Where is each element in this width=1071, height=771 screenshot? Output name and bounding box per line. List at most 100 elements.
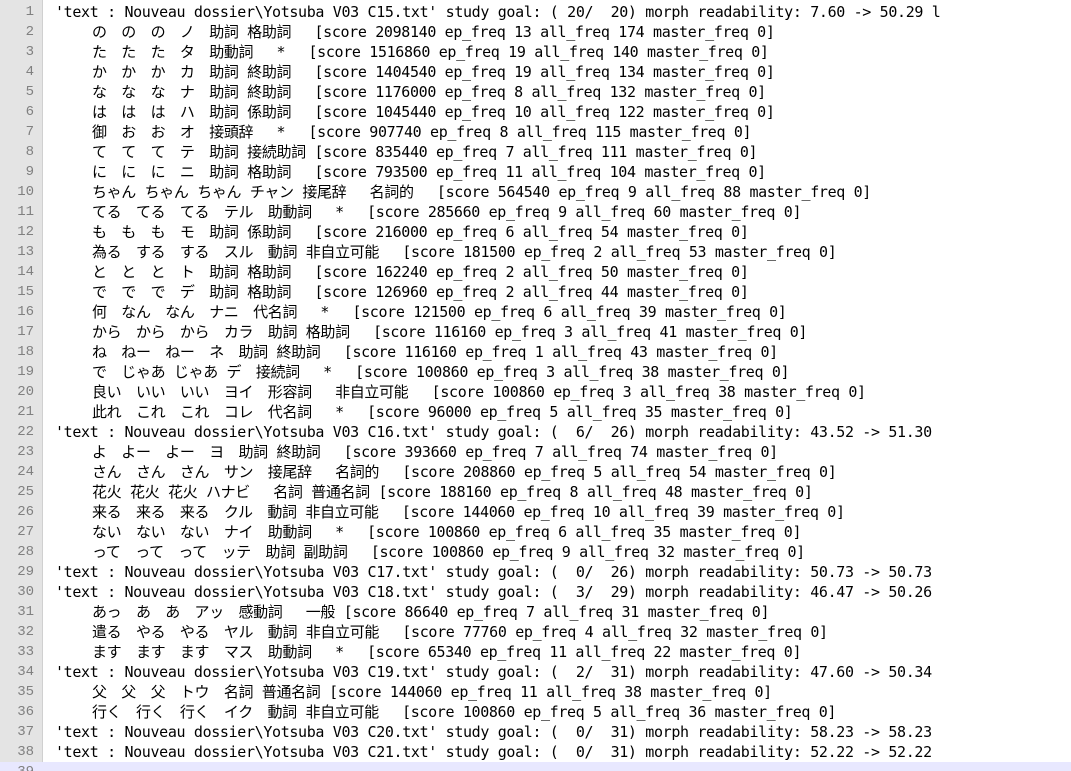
line-number: 16 bbox=[17, 304, 34, 320]
editor-line[interactable]: 36 行く 行く 行く イク 動詞 非自立可能 [score 100860 ep_… bbox=[0, 702, 1071, 722]
editor-line[interactable]: 19 で じゃあ じゃあ デ 接続詞 * [score 100860 ep_fre… bbox=[0, 362, 1071, 382]
morpheme-entry-text: な な な ナ 助詞 終助詞 [score 1176000 ep_freq 8 … bbox=[92, 83, 766, 101]
editor-line[interactable]: 8 て て て テ 助詞 接続助詞 [score 835440 ep_freq 7… bbox=[0, 142, 1071, 162]
line-number: 21 bbox=[17, 404, 34, 420]
line-number: 7 bbox=[25, 124, 34, 140]
line-number: 26 bbox=[17, 504, 34, 520]
editor-line[interactable]: 25 花火 花火 花火 ハナビ 名詞 普通名詞 [score 188160 ep_… bbox=[0, 482, 1071, 502]
line-number: 37 bbox=[17, 724, 34, 740]
line-number: 31 bbox=[17, 604, 34, 620]
line-number: 14 bbox=[17, 264, 34, 280]
morpheme-entry-text: で じゃあ じゃあ デ 接続詞 * [score 100860 ep_freq … bbox=[92, 363, 790, 381]
editor-line[interactable]: 10 ちゃん ちゃん ちゃん チャン 接尾辞 名詞的 [score 564540 … bbox=[0, 182, 1071, 202]
morpheme-entry-text: 行く 行く 行く イク 動詞 非自立可能 [score 100860 ep_fr… bbox=[92, 703, 837, 721]
editor-line[interactable]: 18 ね ねー ねー ネ 助詞 終助詞 [score 116160 ep_freq… bbox=[0, 342, 1071, 362]
line-number: 3 bbox=[25, 44, 34, 60]
morpheme-entry-text: は は は ハ 助詞 係助詞 [score 1045440 ep_freq 10… bbox=[92, 103, 775, 121]
line-number: 28 bbox=[17, 544, 34, 560]
line-number: 5 bbox=[25, 84, 34, 100]
editor-line[interactable]: 26 来る 来る 来る クル 動詞 非自立可能 [score 144060 ep_… bbox=[0, 502, 1071, 522]
line-number: 2 bbox=[25, 24, 34, 40]
editor-line[interactable]: 7 御 お お オ 接頭辞 * [score 907740 ep_freq 8 a… bbox=[0, 122, 1071, 142]
editor-line[interactable]: 13 為る する する スル 動詞 非自立可能 [score 181500 ep_… bbox=[0, 242, 1071, 262]
line-number: 10 bbox=[17, 184, 34, 200]
editor-line[interactable]: 12 も も も モ 助詞 係助詞 [score 216000 ep_freq 6… bbox=[0, 222, 1071, 242]
editor-lines[interactable]: 1 'text : Nouveau dossier\Yotsuba V03 C15… bbox=[0, 2, 1071, 771]
morpheme-entry-text: 此れ これ これ コレ 代名詞 * [score 96000 ep_freq 5… bbox=[92, 403, 793, 421]
line-number: 12 bbox=[17, 224, 34, 240]
line-number: 18 bbox=[17, 344, 34, 360]
morpheme-entry-text: あっ あ あ アッ 感動詞 一般 [score 86640 ep_freq 7 … bbox=[92, 603, 770, 621]
morpheme-entry-text: 来る 来る 来る クル 動詞 非自立可能 [score 144060 ep_fr… bbox=[92, 503, 845, 521]
line-number: 33 bbox=[17, 644, 34, 660]
editor-line[interactable]: 21 此れ これ これ コレ 代名詞 * [score 96000 ep_freq… bbox=[0, 402, 1071, 422]
editor-line[interactable]: 38 'text : Nouveau dossier\Yotsuba V03 C2… bbox=[0, 742, 1071, 762]
file-summary-text: 'text : Nouveau dossier\Yotsuba V03 C15.… bbox=[55, 3, 941, 21]
morpheme-entry-text: も も も モ 助詞 係助詞 [score 216000 ep_freq 6 a… bbox=[92, 223, 749, 241]
morpheme-entry-text: ね ねー ねー ネ 助詞 終助詞 [score 116160 ep_freq 1… bbox=[92, 343, 778, 361]
line-number: 11 bbox=[17, 204, 34, 220]
line-number: 35 bbox=[17, 684, 34, 700]
editor-line[interactable]: 5 な な な ナ 助詞 終助詞 [score 1176000 ep_freq 8… bbox=[0, 82, 1071, 102]
editor-line[interactable]: 37 'text : Nouveau dossier\Yotsuba V03 C2… bbox=[0, 722, 1071, 742]
line-number: 6 bbox=[25, 104, 34, 120]
editor-line[interactable]: 29 'text : Nouveau dossier\Yotsuba V03 C1… bbox=[0, 562, 1071, 582]
morpheme-entry-text: か か か カ 助詞 終助詞 [score 1404540 ep_freq 19… bbox=[92, 63, 775, 81]
editor-line[interactable]: 14 と と と ト 助詞 格助詞 [score 162240 ep_freq 2… bbox=[0, 262, 1071, 282]
morpheme-entry-text: に に に ニ 助詞 格助詞 [score 793500 ep_freq 11 … bbox=[92, 163, 766, 181]
line-number: 22 bbox=[17, 424, 34, 440]
editor-line[interactable]: 17 から から から カラ 助詞 格助詞 [score 116160 ep_fr… bbox=[0, 322, 1071, 342]
file-summary-text: 'text : Nouveau dossier\Yotsuba V03 C19.… bbox=[55, 663, 932, 681]
morpheme-entry-text: って って って ッテ 助詞 副助詞 [score 100860 ep_freq… bbox=[92, 543, 805, 561]
editor-line[interactable]: 4 か か か カ 助詞 終助詞 [score 1404540 ep_freq 1… bbox=[0, 62, 1071, 82]
file-summary-text: 'text : Nouveau dossier\Yotsuba V03 C16.… bbox=[55, 423, 932, 441]
morpheme-entry-text: 遣る やる やる ヤル 動詞 非自立可能 [score 77760 ep_fre… bbox=[92, 623, 828, 641]
editor-line[interactable]: 32 遣る やる やる ヤル 動詞 非自立可能 [score 77760 ep_f… bbox=[0, 622, 1071, 642]
editor-line[interactable]: 6 は は は ハ 助詞 係助詞 [score 1045440 ep_freq 1… bbox=[0, 102, 1071, 122]
morpheme-entry-text: 良い いい いい ヨイ 形容詞 非自立可能 [score 100860 ep_f… bbox=[92, 383, 866, 401]
editor-line[interactable]: 15 で で で デ 助詞 格助詞 [score 126960 ep_freq 2… bbox=[0, 282, 1071, 302]
editor-line[interactable]: 33 ます ます ます マス 助動詞 * [score 65340 ep_freq… bbox=[0, 642, 1071, 662]
editor-line[interactable]: 16 何 なん なん ナニ 代名詞 * [score 121500 ep_freq… bbox=[0, 302, 1071, 322]
editor-line[interactable]: 9 に に に ニ 助詞 格助詞 [score 793500 ep_freq 11… bbox=[0, 162, 1071, 182]
morpheme-entry-text: 御 お お オ 接頭辞 * [score 907740 ep_freq 8 al… bbox=[92, 123, 752, 141]
text-editor[interactable]: 1 'text : Nouveau dossier\Yotsuba V03 C15… bbox=[0, 0, 1071, 771]
file-summary-text: 'text : Nouveau dossier\Yotsuba V03 C21.… bbox=[55, 743, 932, 761]
morpheme-entry-text: ちゃん ちゃん ちゃん チャン 接尾辞 名詞的 [score 564540 ep… bbox=[92, 183, 871, 201]
morpheme-entry-text: 父 父 父 トウ 名詞 普通名詞 [score 144060 ep_freq 1… bbox=[92, 683, 772, 701]
line-number: 30 bbox=[17, 584, 34, 600]
editor-line[interactable]: 28 って って って ッテ 助詞 副助詞 [score 100860 ep_fr… bbox=[0, 542, 1071, 562]
morpheme-entry-text: から から から カラ 助詞 格助詞 [score 116160 ep_freq… bbox=[92, 323, 808, 341]
editor-line[interactable]: 11 てる てる てる テル 助動詞 * [score 285660 ep_fre… bbox=[0, 202, 1071, 222]
editor-line[interactable]: 39 bbox=[0, 762, 1071, 771]
morpheme-entry-text: てる てる てる テル 助動詞 * [score 285660 ep_freq … bbox=[92, 203, 802, 221]
morpheme-entry-text: た た た タ 助動詞 * [score 1516860 ep_freq 19 … bbox=[92, 43, 769, 61]
editor-line[interactable]: 2 の の の ノ 助詞 格助詞 [score 2098140 ep_freq 1… bbox=[0, 22, 1071, 42]
line-number: 34 bbox=[17, 664, 34, 680]
editor-line[interactable]: 27 ない ない ない ナイ 助動詞 * [score 100860 ep_fre… bbox=[0, 522, 1071, 542]
morpheme-entry-text: ます ます ます マス 助動詞 * [score 65340 ep_freq 1… bbox=[92, 643, 802, 661]
line-number: 20 bbox=[17, 384, 34, 400]
editor-line[interactable]: 20 良い いい いい ヨイ 形容詞 非自立可能 [score 100860 ep… bbox=[0, 382, 1071, 402]
editor-line[interactable]: 23 よ よー よー ヨ 助詞 終助詞 [score 393660 ep_freq… bbox=[0, 442, 1071, 462]
morpheme-entry-text: ない ない ない ナイ 助動詞 * [score 100860 ep_freq … bbox=[92, 523, 802, 541]
morpheme-entry-text: で で で デ 助詞 格助詞 [score 126960 ep_freq 2 a… bbox=[92, 283, 749, 301]
editor-line[interactable]: 1 'text : Nouveau dossier\Yotsuba V03 C15… bbox=[0, 2, 1071, 22]
line-number: 24 bbox=[17, 464, 34, 480]
line-number: 19 bbox=[17, 364, 34, 380]
line-number: 32 bbox=[17, 624, 34, 640]
line-number: 27 bbox=[17, 524, 34, 540]
editor-line[interactable]: 34 'text : Nouveau dossier\Yotsuba V03 C1… bbox=[0, 662, 1071, 682]
morpheme-entry-text: 花火 花火 花火 ハナビ 名詞 普通名詞 [score 188160 ep_fr… bbox=[92, 483, 813, 501]
editor-line[interactable]: 24 さん さん さん サン 接尾辞 名詞的 [score 208860 ep_f… bbox=[0, 462, 1071, 482]
editor-line[interactable]: 30 'text : Nouveau dossier\Yotsuba V03 C1… bbox=[0, 582, 1071, 602]
editor-line[interactable]: 3 た た た タ 助動詞 * [score 1516860 ep_freq 19… bbox=[0, 42, 1071, 62]
line-number: 13 bbox=[17, 244, 34, 260]
line-number: 29 bbox=[17, 564, 34, 580]
file-summary-text: 'text : Nouveau dossier\Yotsuba V03 C18.… bbox=[55, 583, 932, 601]
editor-line[interactable]: 35 父 父 父 トウ 名詞 普通名詞 [score 144060 ep_freq… bbox=[0, 682, 1071, 702]
editor-line[interactable]: 31 あっ あ あ アッ 感動詞 一般 [score 86640 ep_freq … bbox=[0, 602, 1071, 622]
editor-line[interactable]: 22 'text : Nouveau dossier\Yotsuba V03 C1… bbox=[0, 422, 1071, 442]
line-number: 9 bbox=[25, 164, 34, 180]
line-number: 38 bbox=[17, 744, 34, 760]
